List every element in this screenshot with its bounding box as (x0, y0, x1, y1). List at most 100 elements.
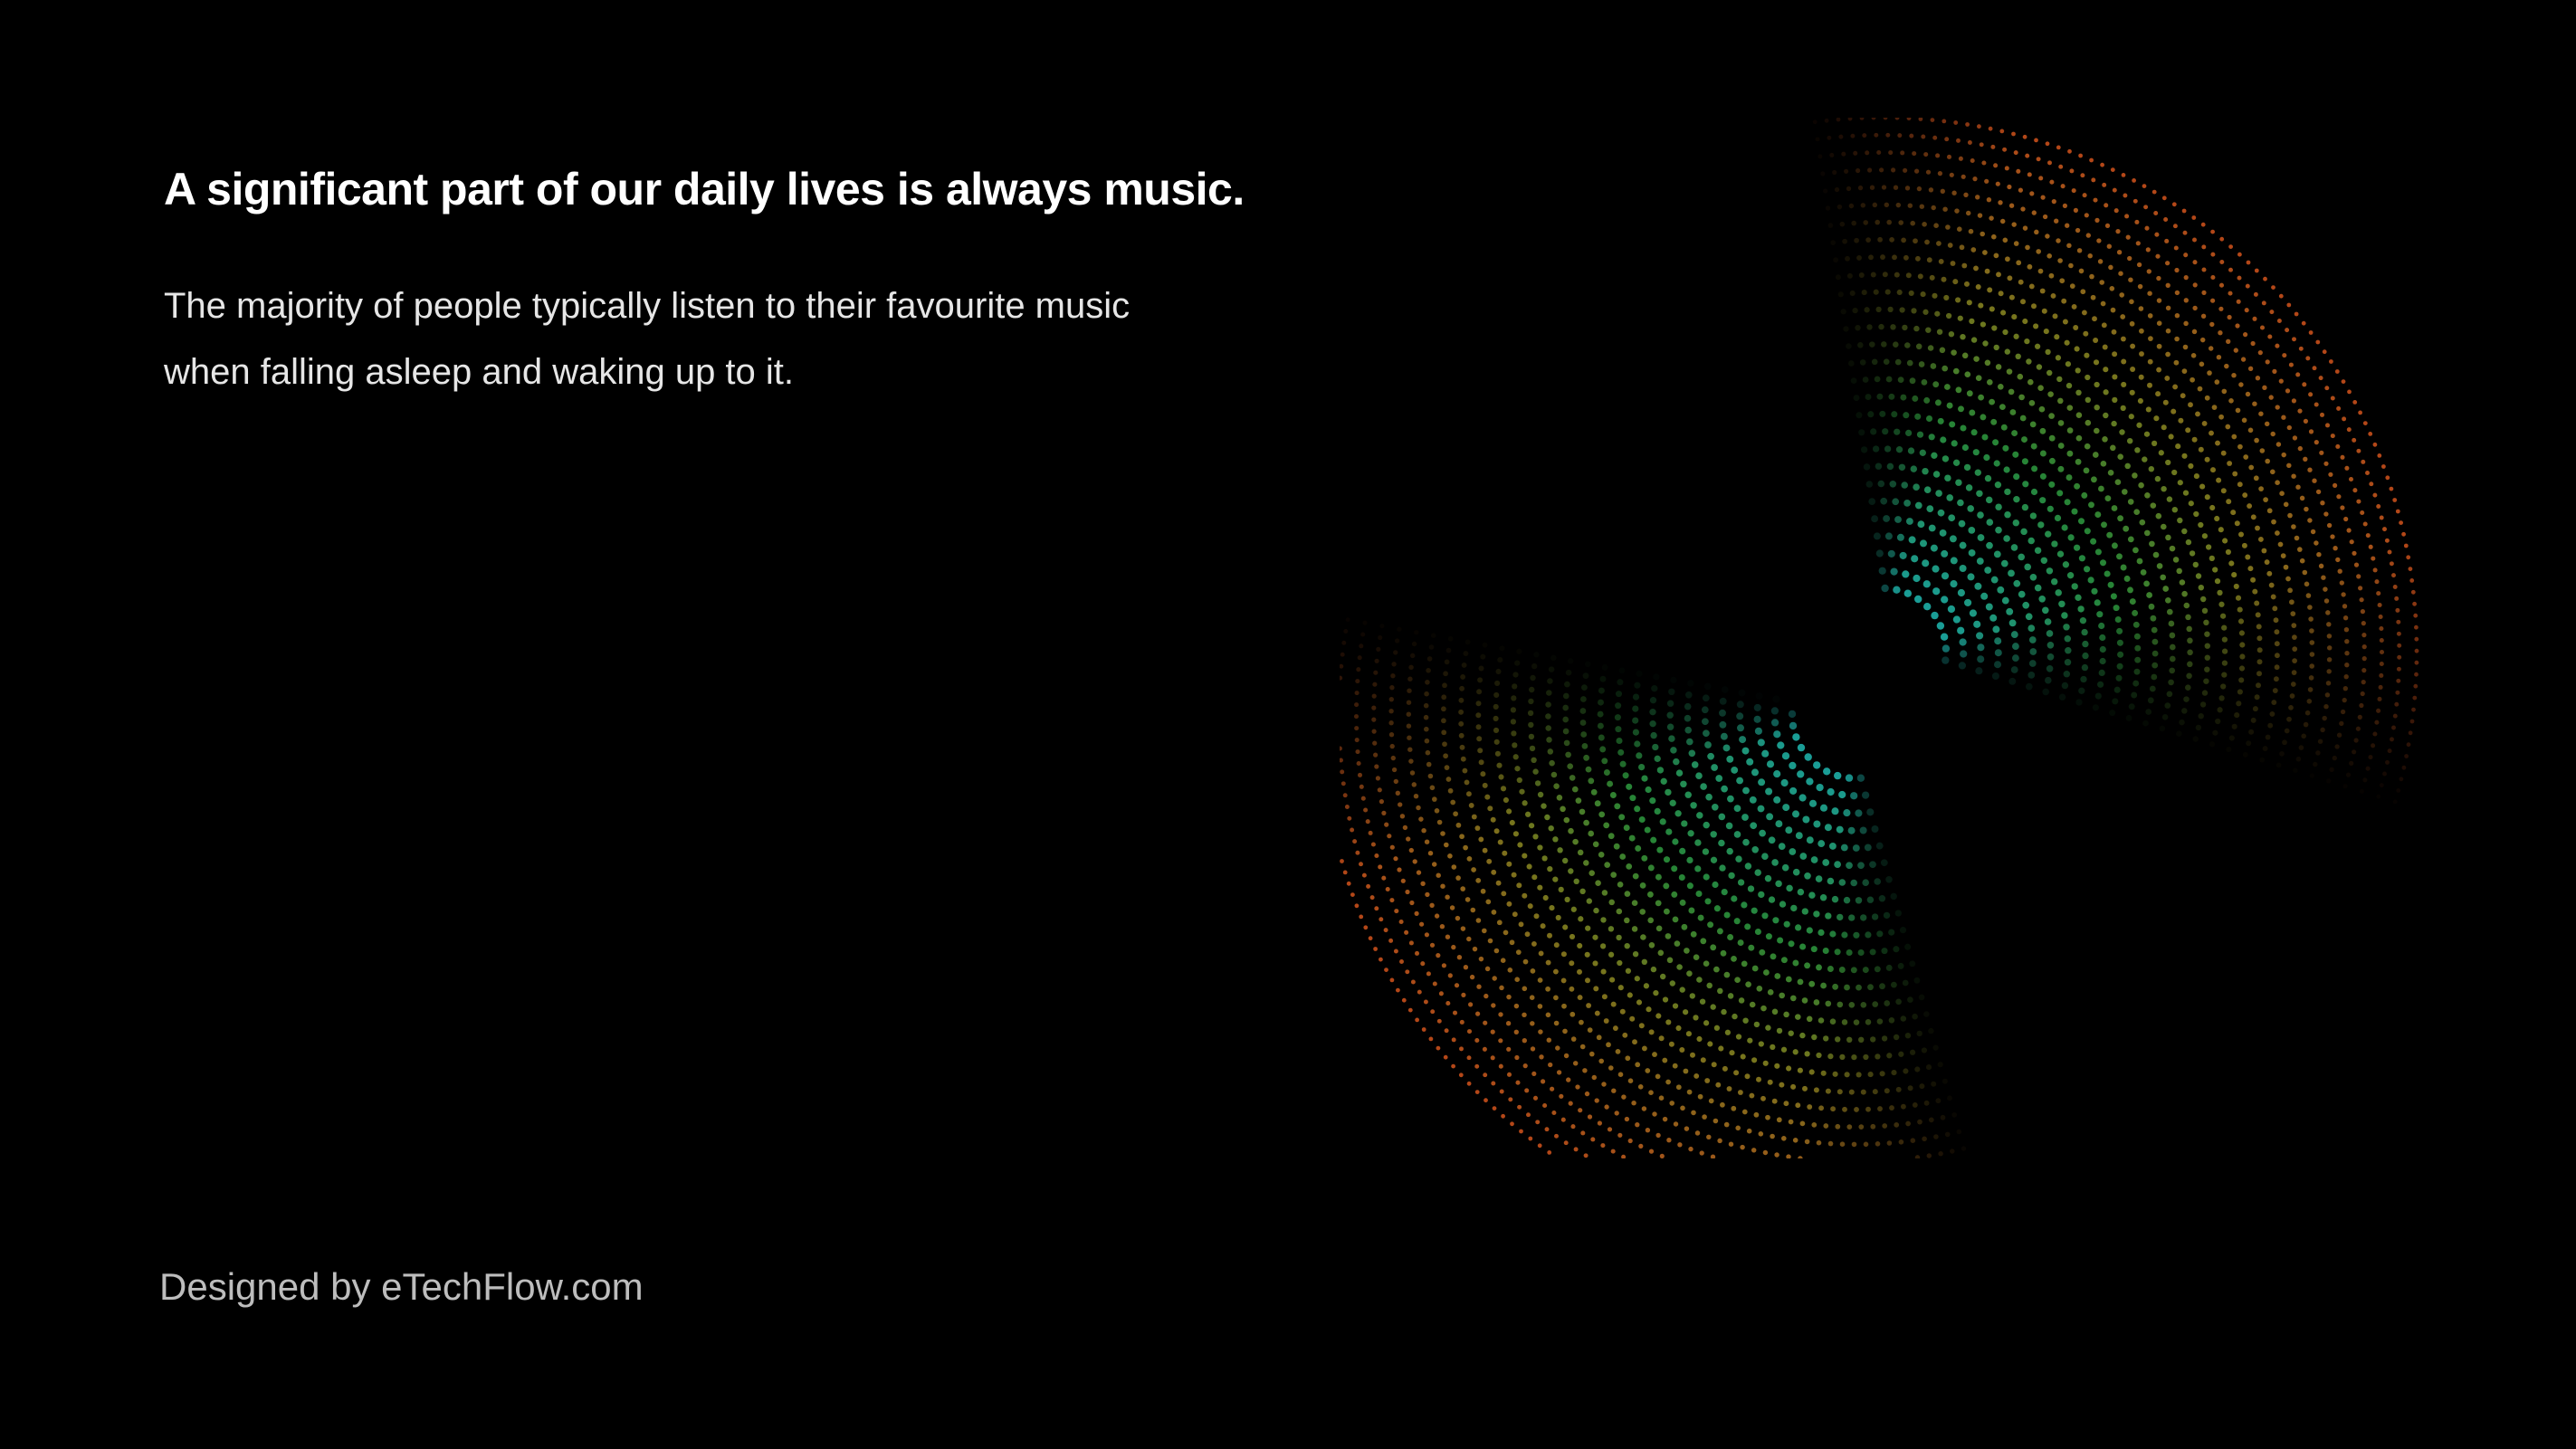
wave-dot (1679, 987, 1685, 993)
wave-dot (1475, 712, 1482, 719)
wave-dot (1779, 992, 1786, 999)
wave-dot (1875, 462, 1883, 470)
wave-dot (1527, 903, 1533, 910)
wave-dot (1790, 1083, 1797, 1090)
wave-dot (1560, 1117, 1566, 1122)
wave-dot (2081, 491, 2088, 499)
wave-dot (1507, 968, 1513, 973)
wave-dot (1600, 968, 1607, 975)
wave-dot (2116, 639, 2123, 646)
wave-dot (1372, 682, 1378, 687)
wave-dot (1599, 746, 1607, 753)
wave-dot (1783, 1101, 1789, 1107)
wave-dot (2192, 237, 2197, 243)
wave-dot (1416, 805, 1421, 811)
wave-dot (1591, 1074, 1598, 1081)
wave-dot (1956, 1129, 1962, 1135)
wave-dot (1542, 1102, 1548, 1109)
wave-dot (1797, 743, 1806, 752)
wave-dot (1718, 813, 1726, 821)
wave-dot (1843, 896, 1851, 904)
wave-dot (1838, 967, 1846, 973)
wave-dot (2292, 337, 2296, 342)
wave-dot (1970, 157, 1975, 164)
wave-dot (2308, 330, 2314, 335)
wave-dot (1820, 1070, 1827, 1076)
wave-dot (2227, 314, 2232, 320)
wave-dot (2290, 682, 2296, 687)
wave-dot (1856, 167, 1861, 174)
wave-dot (2092, 316, 2097, 322)
wave-dot (1529, 745, 1536, 752)
wave-dot (1608, 926, 1615, 932)
wave-dot (1389, 977, 1395, 983)
wave-dot (2166, 496, 2173, 502)
wave-dot (2082, 640, 2089, 648)
wave-dot (2225, 548, 2231, 555)
wave-dot (1907, 447, 1915, 454)
wave-dot (1493, 715, 1499, 721)
wave-dot (2395, 509, 2400, 514)
wave-dot (1923, 1011, 1930, 1017)
wave-dot (1537, 1004, 1543, 1009)
wave-dot (2228, 735, 2235, 741)
wave-dot (2151, 638, 2159, 645)
wave-dot (1675, 1025, 1682, 1032)
wave-dot (1864, 307, 1870, 313)
wave-dot (2056, 550, 2065, 558)
wave-dot (2307, 518, 2313, 523)
wave-dot (2153, 211, 2159, 215)
wave-dot (2197, 386, 2203, 392)
wave-dot (1884, 202, 1890, 208)
wave-dot (2018, 187, 2023, 193)
wave-dot (1865, 481, 1874, 488)
wave-dot (2314, 402, 2319, 407)
wave-dot (2127, 536, 2134, 543)
wave-dot (2169, 667, 2176, 674)
wave-dot (1480, 653, 1486, 660)
wave-dot (1742, 838, 1750, 846)
wave-dot (1680, 780, 1687, 788)
wave-dot (1627, 1078, 1634, 1083)
wave-dot (2147, 291, 2152, 296)
wave-dot (1669, 1101, 1674, 1106)
wave-dot (1892, 498, 1900, 506)
wave-dot (1562, 716, 1569, 723)
wave-dot (1614, 803, 1621, 810)
wave-dot (1393, 778, 1398, 785)
wave-dot (2309, 663, 2314, 669)
wave-dot (1522, 892, 1528, 899)
wave-dot (2288, 362, 2294, 367)
wave-dot (1389, 685, 1395, 691)
wave-dot (2089, 273, 2094, 280)
wave-dot (1804, 872, 1811, 880)
wave-dot (1532, 768, 1539, 775)
wave-dot (2378, 684, 2383, 690)
wave-dot (1856, 774, 1865, 782)
wave-dot (1728, 872, 1735, 880)
wave-dot (1614, 1111, 1619, 1116)
wave-dot (1545, 725, 1551, 731)
wave-dot (1912, 1101, 1918, 1108)
wave-dot (1881, 341, 1887, 348)
wave-dot (2078, 153, 2083, 158)
wave-dot (2303, 456, 2308, 462)
wave-dot (2065, 361, 2072, 367)
wave-dot (1818, 1105, 1825, 1111)
wave-dot (1357, 655, 1362, 661)
wave-dot (1434, 808, 1440, 814)
wave-dot (2044, 618, 2052, 625)
wave-dot (2155, 253, 2161, 259)
wave-dot (2316, 551, 2322, 558)
wave-dot (1882, 272, 1888, 278)
wave-dot (1596, 1034, 1602, 1041)
wave-dot (1850, 967, 1857, 974)
wave-dot (1994, 661, 2001, 669)
wave-dot (2320, 727, 2325, 733)
wave-dot (1776, 1027, 1783, 1034)
wave-dot (1786, 884, 1793, 892)
wave-dot (2111, 420, 2117, 427)
wave-dot (2238, 630, 2245, 636)
wave-dot (2132, 178, 2136, 183)
wave-dot (1920, 291, 1926, 298)
